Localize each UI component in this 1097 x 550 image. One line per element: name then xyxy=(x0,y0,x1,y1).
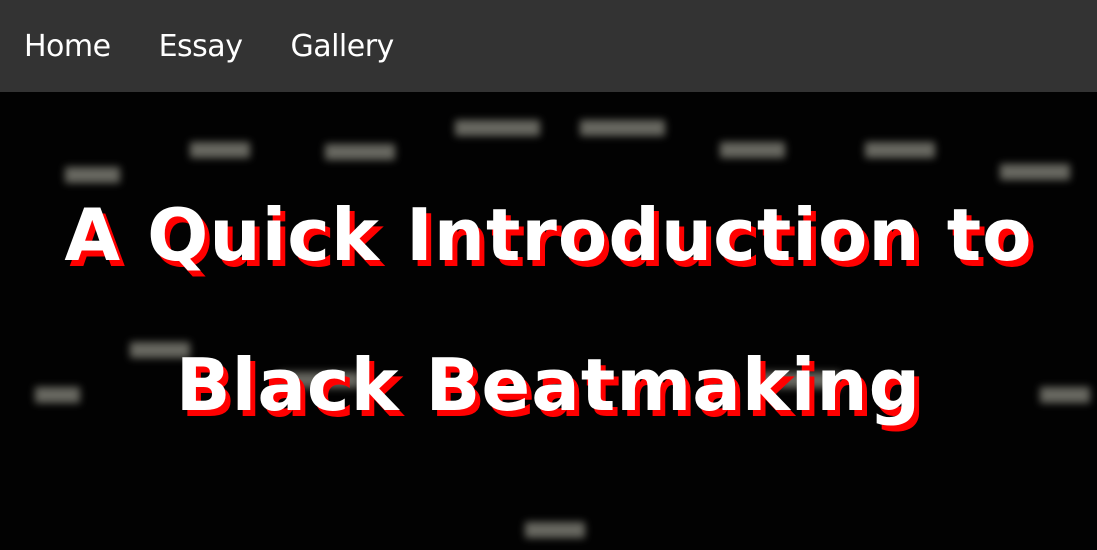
title-line-2: Black Beatmaking xyxy=(175,343,922,427)
background-decoration xyxy=(525,522,585,538)
background-decoration xyxy=(455,120,540,136)
background-decoration xyxy=(325,144,395,160)
top-nav: Home Essay Gallery xyxy=(0,0,1097,92)
background-decoration xyxy=(720,142,785,158)
title-line-1: A Quick Introduction to xyxy=(64,193,1033,277)
background-decoration xyxy=(865,142,935,158)
page-title: A Quick Introduction to Black Beatmaking xyxy=(0,160,1097,460)
nav-home-link[interactable]: Home xyxy=(24,29,111,64)
nav-essay-link[interactable]: Essay xyxy=(159,29,243,64)
nav-gallery-link[interactable]: Gallery xyxy=(290,29,394,64)
background-decoration xyxy=(190,142,250,158)
background-decoration xyxy=(580,120,665,136)
